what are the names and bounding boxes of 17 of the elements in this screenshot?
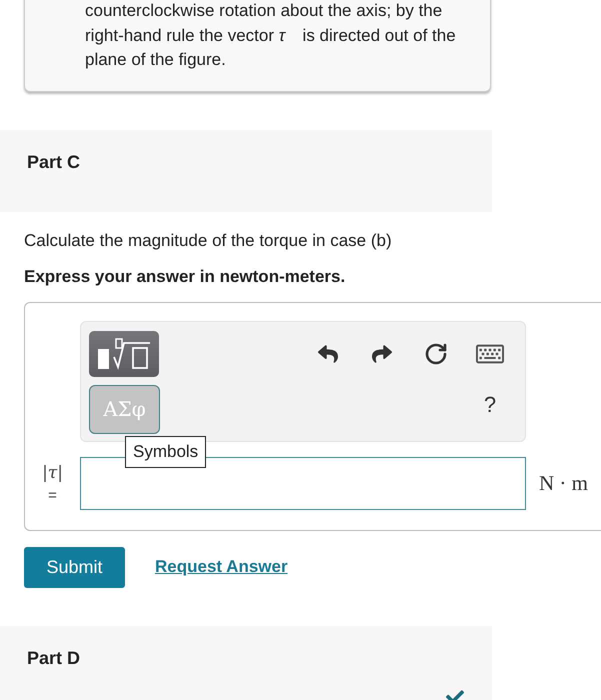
request-answer-link[interactable]: Request Answer — [155, 557, 288, 577]
equals-sign: = — [48, 486, 57, 504]
question-text: Calculate the magnitude of the torque in case (b) — [24, 230, 393, 252]
reset-icon[interactable] — [424, 342, 448, 366]
variable-label: |τ| — [42, 462, 63, 482]
redo-icon[interactable] — [372, 344, 392, 364]
fraction-root-icon — [96, 336, 152, 370]
tooltip: Symbols — [125, 436, 206, 468]
part-title: Part D — [27, 646, 82, 670]
instruction-text: Express your answer in newton-meters. — [24, 266, 346, 288]
part-title: Part C — [27, 150, 82, 174]
feedback-text: counterclockwise rotation about the axis; by the right-hand rule the vector τ⃗ is directed out of the plane of the figure. — [85, 0, 457, 71]
submit-button[interactable]: Submit — [24, 546, 125, 588]
undo-icon[interactable] — [318, 344, 338, 364]
help-button[interactable]: ? — [484, 392, 496, 418]
unit-label: N · m — [539, 470, 588, 496]
templates-button[interactable] — [89, 330, 159, 376]
